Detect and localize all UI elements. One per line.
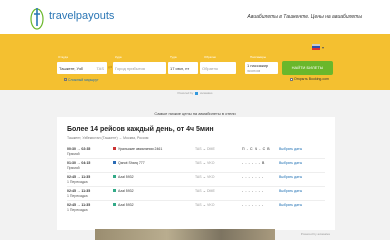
destination-placeholder: Город прибытия: [115, 66, 145, 71]
flight-days: - - - - - - В: [242, 161, 265, 165]
airline-logo-icon: [113, 203, 116, 206]
return-date-field[interactable]: Обратно: [200, 62, 236, 74]
flight-route: TAS → VKO: [195, 161, 215, 165]
origin-value: Ташкент, Узб: [59, 66, 83, 71]
route-icon: [64, 78, 67, 81]
passengers-class: эконом: [247, 68, 261, 73]
powered-by-label: Powered by: [177, 91, 194, 95]
origin-code: TAS: [96, 66, 104, 71]
flight-time: 02:45 → 11:35: [67, 175, 91, 179]
flight-route: TAS → VKO: [195, 175, 215, 179]
flight-stops: 1 Пересадка: [67, 194, 88, 198]
search-tickets-button[interactable]: НАЙТИ БИЛЕТЫ: [282, 61, 333, 75]
choose-dates-link[interactable]: Выбрать даты: [279, 189, 302, 193]
depart-label: Туда: [170, 55, 177, 59]
destination-label: Куда: [115, 55, 122, 59]
flight-days: - - - - - - -: [242, 189, 264, 193]
section-heading: Самые низкие цены на авиабилеты в отели: [154, 111, 236, 116]
airline-name: Azal 5932: [118, 203, 134, 207]
flight-stops: Прямой: [67, 166, 80, 170]
depart-date-field[interactable]: 17 июл, пт: [168, 62, 198, 74]
flight-days: - - - - - - -: [242, 203, 264, 207]
depart-date-value: 17 июл, пт: [170, 66, 190, 71]
powered-by-top: Powered by aviasales: [0, 91, 390, 95]
swap-icon[interactable]: ⇄: [108, 65, 112, 71]
travelpayouts-logo-icon[interactable]: [30, 4, 44, 30]
flight-stops: 1 Пересадка: [67, 208, 88, 212]
choose-dates-link[interactable]: Выбрать даты: [279, 203, 302, 207]
choose-dates-link[interactable]: Выбрать даты: [279, 175, 302, 179]
airline-logo-icon: [113, 147, 116, 150]
complex-route-link[interactable]: Сложный маршрут: [64, 78, 99, 82]
airline-logo-icon: [113, 161, 116, 164]
return-label: Обратно: [204, 55, 217, 59]
aviasales-logo-icon: [195, 91, 199, 95]
airline-logo-icon: [113, 189, 116, 192]
airline-name: Qanot Sharq 777: [118, 161, 145, 165]
flight-days: - - - - - - -: [242, 175, 264, 179]
flight-time: 02:45 → 11:35: [67, 203, 91, 207]
flight-row: 00:30 → 02:35 Прямой Уральские авиалинии…: [67, 145, 325, 159]
airline-name: Azal 5932: [118, 175, 134, 179]
flight-days: П - С Ч - С В: [242, 147, 271, 151]
booking-option[interactable]: Открыть Booking.com: [290, 77, 329, 81]
airline-logo-icon: [113, 175, 116, 178]
passengers-field[interactable]: 1 пассажир эконом: [245, 62, 278, 74]
flight-route: TAS → VKO: [195, 203, 215, 207]
flight-time: 01:30 → 04:15: [67, 161, 91, 165]
flight-row: 01:30 → 04:15 Прямой Qanot Sharq 777 TAS…: [67, 159, 325, 173]
return-date-placeholder: Обратно: [202, 66, 219, 71]
destination-field[interactable]: Город прибытия: [113, 62, 166, 74]
airline-name: Уральские авиалинии 2461: [118, 147, 163, 151]
logo-text[interactable]: travelpayouts: [49, 10, 114, 22]
booking-option-label: Открыть Booking.com: [294, 77, 329, 81]
flight-time: 00:30 → 02:35: [67, 147, 91, 151]
card-subtitle: Ташкент, Узбекистан (Ташкент) → Москва, …: [67, 136, 149, 140]
passengers-label: Пассажиры: [250, 55, 267, 59]
site-header: travelpayouts Авиабилеты в Ташкенте. Цен…: [0, 0, 390, 34]
complex-route-label: Сложный маршрут: [68, 78, 99, 82]
flight-row: 02:45 → 11:35 1 Пересадка Azal 5932 TAS …: [67, 173, 325, 187]
powered-by-label: Powered by: [300, 232, 317, 236]
flight-route: TAS → DME: [195, 147, 215, 151]
powered-by-bottom: Powered by aviasales: [301, 232, 330, 236]
flight-stops: Прямой: [67, 152, 80, 156]
powered-by-brand[interactable]: aviasales: [317, 232, 330, 236]
page-tagline: Авиабилеты в Ташкенте. Цены на авиабилет…: [247, 14, 362, 20]
card-title: Более 14 рейсов каждый день, от 4ч 5мин: [67, 126, 214, 133]
city-photo-banner: [95, 229, 275, 240]
flights-schedule-card: Более 14 рейсов каждый день, от 4ч 5мин …: [57, 117, 335, 230]
flight-stops: 1 Пересадка: [67, 180, 88, 184]
flight-time: 02:45 → 11:35: [67, 189, 91, 193]
origin-field[interactable]: Ташкент, Узб TAS: [57, 62, 107, 74]
chevron-down-icon[interactable]: ▾: [322, 45, 324, 50]
booking-checkbox[interactable]: [290, 77, 293, 81]
airline-name: Azal 5932: [118, 189, 134, 193]
origin-label: Откуда: [58, 55, 68, 59]
russian-flag-icon[interactable]: [312, 44, 320, 50]
flight-route: TAS → DME: [195, 189, 215, 193]
flight-row: 02:45 → 11:35 1 Пересадка Azal 5932 TAS …: [67, 187, 325, 201]
flight-row: 02:45 → 11:35 1 Пересадка Azal 5932 TAS …: [67, 201, 325, 215]
choose-dates-link[interactable]: Выбрать даты: [279, 161, 302, 165]
choose-dates-link[interactable]: Выбрать даты: [279, 147, 302, 151]
powered-by-brand[interactable]: aviasales: [200, 91, 213, 95]
